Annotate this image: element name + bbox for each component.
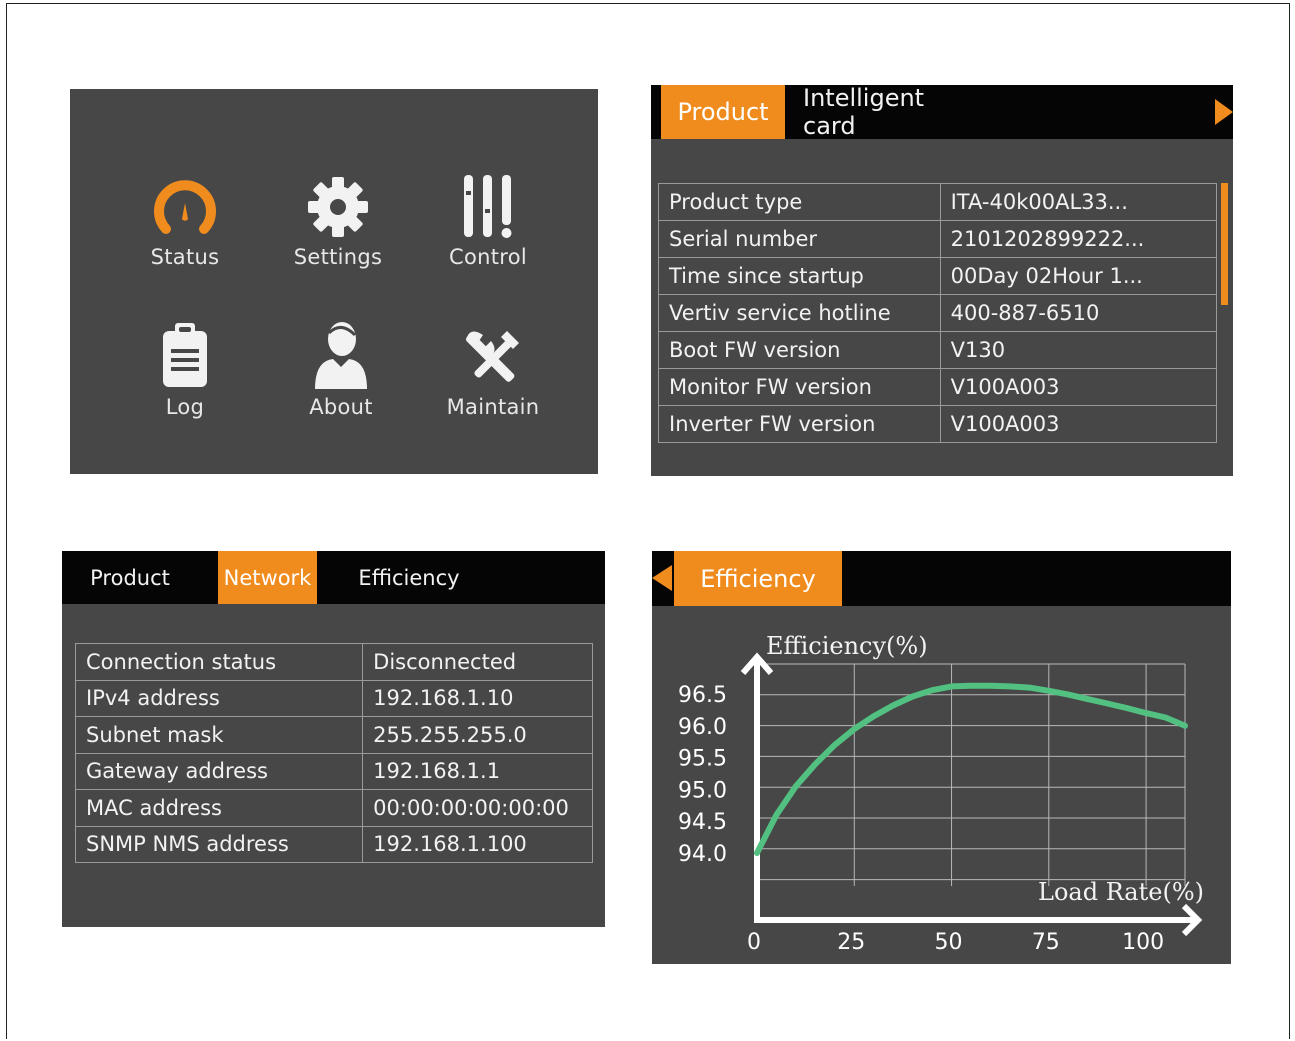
clipboard-icon: [163, 323, 207, 387]
table-row: Gateway address 192.168.1.1: [74, 752, 593, 790]
table-row: Inverter FW version V100A003: [658, 405, 1218, 443]
tab-network[interactable]: Network: [218, 551, 317, 604]
row-value: 192.168.1.1: [362, 752, 593, 790]
row-value: 255.255.255.0: [362, 716, 593, 754]
table-row: Connection status Disconnected: [74, 643, 593, 681]
product-info-screen: Product Intelligent card Product type ITA…: [651, 85, 1233, 476]
row-value: 00:00:00:00:00:00: [362, 789, 593, 827]
row-value: 192.168.1.10: [362, 679, 593, 717]
network-info-screen: Product Network Efficiency Connection st…: [62, 551, 605, 927]
y-axis-label: Efficiency(%): [766, 632, 928, 660]
main-menu-screen: Status Settings Control Log About Mainta…: [70, 89, 598, 474]
tab-efficiency[interactable]: Efficiency: [352, 551, 466, 604]
row-label: IPv4 address: [74, 679, 364, 717]
table-row: Time since startup 00Day 02Hour 1...: [658, 257, 1218, 295]
table-row: Product type ITA-40k00AL33...: [658, 183, 1218, 221]
y-tick-label: 95.5: [678, 747, 727, 772]
menu-item-label: Maintain: [446, 395, 540, 419]
row-label: SNMP NMS address: [74, 825, 364, 863]
x-tick-label: 50: [935, 930, 963, 955]
tools-icon: [465, 331, 519, 382]
efficiency-curve: [754, 682, 1188, 856]
row-label: Boot FW version: [658, 331, 941, 369]
table-row: Serial number 2101202899222...: [658, 220, 1218, 258]
y-tick-label: 95.0: [678, 778, 727, 803]
row-value: ITA-40k00AL33...: [939, 183, 1218, 221]
menu-item-label: Settings: [293, 245, 383, 269]
x-tick-label: 25: [837, 930, 865, 955]
menu-item-about[interactable]: About: [276, 319, 406, 419]
row-label: MAC address: [74, 789, 364, 827]
chevron-right-icon[interactable]: [1215, 99, 1233, 125]
row-value: V100A003: [939, 368, 1218, 406]
table-row: Vertiv service hotline 400-887-6510: [658, 294, 1218, 332]
efficiency-screen: Efficiency 94.0 94.5 95.0 95.5 96.0 96.5 0 25 50…: [652, 551, 1231, 964]
table-row: Boot FW version V130: [658, 331, 1218, 369]
row-label: Gateway address: [74, 752, 364, 790]
x-tick-label: 75: [1032, 930, 1060, 955]
table-row: IPv4 address 192.168.1.10: [74, 679, 593, 717]
y-tick-label: 94.0: [678, 842, 727, 867]
network-info-table: Connection status Disconnected IPv4 addre…: [74, 643, 593, 863]
user-icon: [315, 322, 367, 389]
table-row: SNMP NMS address 192.168.1.100: [74, 825, 593, 863]
table-row: Subnet mask 255.255.255.0: [74, 716, 593, 754]
row-value: V100A003: [939, 405, 1218, 443]
y-tick-label: 96.5: [678, 683, 727, 708]
row-label: Connection status: [74, 643, 364, 681]
row-value: 2101202899222...: [939, 220, 1218, 258]
sliders-icon: [464, 175, 512, 238]
menu-item-label: Control: [448, 245, 527, 269]
y-tick-label: 94.5: [678, 810, 727, 835]
menu-item-maintain[interactable]: Maintain: [428, 329, 558, 419]
menu-item-status[interactable]: Status: [120, 177, 250, 269]
chart-ticks: 94.0 94.5 95.0 95.5 96.0 96.5 0 25 50 75 100: [678, 683, 1164, 955]
row-value: 192.168.1.100: [362, 825, 593, 863]
row-value: 00Day 02Hour 1...: [939, 257, 1218, 295]
tab-product[interactable]: Product: [80, 551, 180, 604]
efficiency-chart: 94.0 94.5 95.0 95.5 96.0 96.5 0 25 50 75 100 Effic…: [678, 632, 1204, 955]
menu-item-label: About: [309, 395, 373, 419]
gauge-icon: [154, 180, 216, 234]
row-value: 400-887-6510: [939, 294, 1218, 332]
tab-product[interactable]: Product: [661, 85, 785, 139]
row-label: Time since startup: [658, 257, 941, 295]
row-value: Disconnected: [362, 643, 593, 681]
table-row: Monitor FW version V100A003: [658, 368, 1218, 406]
tab-intelligent-card[interactable]: Intelligent card: [803, 85, 983, 140]
x-tick-label: 0: [747, 930, 761, 955]
row-label: Serial number: [658, 220, 941, 258]
row-label: Monitor FW version: [658, 368, 941, 406]
menu-item-settings[interactable]: Settings: [273, 175, 403, 269]
x-tick-label: 100: [1122, 930, 1164, 955]
table-row: MAC address 00:00:00:00:00:00: [74, 789, 593, 827]
row-label: Vertiv service hotline: [658, 294, 941, 332]
scrollbar-thumb[interactable]: [1221, 183, 1228, 305]
row-value: V130: [939, 331, 1218, 369]
menu-item-label: Log: [165, 395, 205, 419]
tab-bar: Product Network Efficiency: [62, 551, 605, 604]
row-label: Inverter FW version: [658, 405, 941, 443]
gear-icon: [308, 177, 368, 237]
product-info-table: Product type ITA-40k00AL33... Serial numb…: [658, 183, 1218, 443]
menu-item-label: Status: [150, 245, 220, 269]
row-label: Subnet mask: [74, 716, 364, 754]
tab-bar: Product Intelligent card: [651, 85, 1233, 140]
chart-grid: [756, 663, 1186, 886]
menu-item-control[interactable]: Control: [423, 173, 553, 269]
menu-item-log[interactable]: Log: [120, 321, 250, 419]
y-tick-label: 96.0: [678, 715, 727, 740]
row-label: Product type: [658, 183, 941, 221]
x-axis-label: Load Rate(%): [1038, 878, 1204, 906]
